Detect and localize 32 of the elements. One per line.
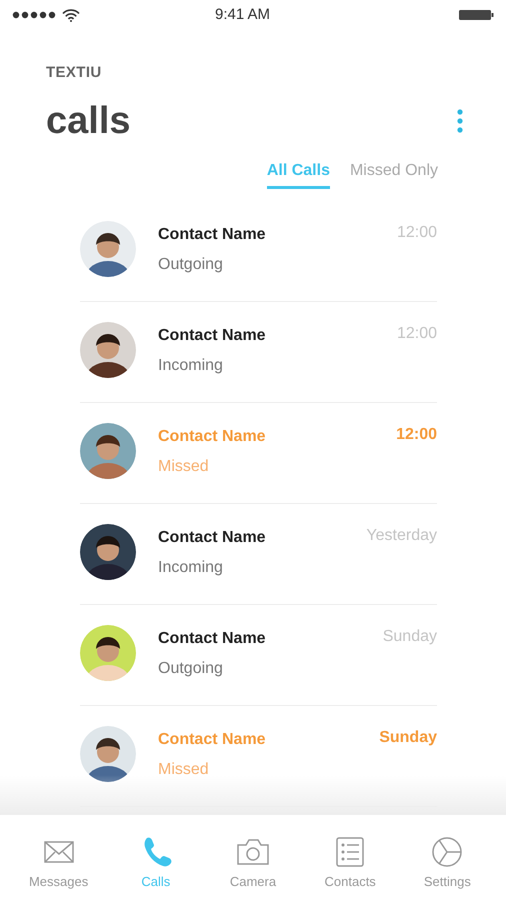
- contact-name: Contact Name: [158, 730, 267, 750]
- call-time: 12:00: [396, 222, 437, 242]
- status-time: 9:41 AM: [215, 5, 270, 25]
- battery-icon: [459, 9, 494, 21]
- contact-name: Contact Name: [158, 426, 267, 446]
- contact-name: Contact Name: [158, 326, 267, 346]
- nav-tab[interactable]: Calls: [116, 835, 196, 892]
- call-type: Outgoing: [158, 658, 224, 678]
- call-type: Outgoing: [158, 254, 224, 274]
- call-type: Incoming: [158, 356, 224, 376]
- call-time: 12:00: [396, 424, 437, 444]
- nav-tab[interactable]: Settings: [407, 835, 488, 892]
- nav-tab[interactable]: Camera: [212, 835, 293, 892]
- contact-name: Contact Name: [158, 528, 267, 548]
- call-type: Incoming: [158, 558, 224, 578]
- call-type: Missed: [158, 760, 210, 780]
- call-time: Yesterday: [366, 526, 437, 546]
- call-time: Sunday: [382, 626, 437, 646]
- filter-tab[interactable]: All Calls: [266, 158, 330, 188]
- contact-name: Contact Name: [158, 628, 267, 648]
- page-title: calls: [46, 98, 131, 144]
- filter-tab[interactable]: Missed Only: [350, 158, 438, 188]
- nav-tab[interactable]: Contacts: [310, 835, 390, 892]
- wifi-icon: [62, 8, 80, 22]
- app-name: TEXTIU: [46, 63, 103, 83]
- nav-tab[interactable]: Messages: [18, 835, 99, 892]
- contact-name: Contact Name: [158, 224, 267, 244]
- call-time: Sunday: [379, 728, 437, 748]
- signal-icon: [12, 11, 56, 19]
- call-type: Missed: [158, 456, 210, 476]
- more-icon[interactable]: [457, 108, 463, 132]
- call-time: 12:00: [396, 324, 437, 344]
